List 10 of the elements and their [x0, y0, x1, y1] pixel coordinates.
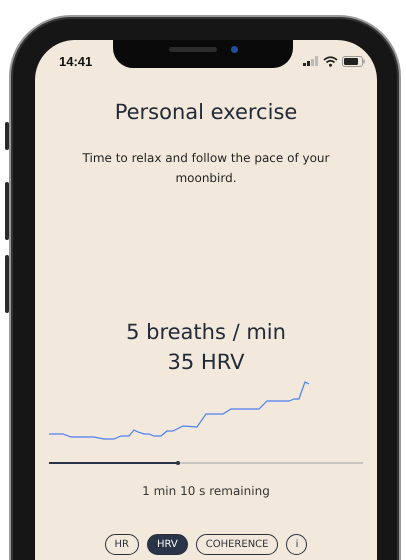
instruction-text: Time to relax and follow the pace of your moonbird.: [82, 150, 330, 187]
hrv-value: 35 HRV: [168, 349, 244, 376]
metric-tab[interactable]: HR: [104, 534, 139, 555]
breathing-rate: 5 breaths / min: [126, 319, 286, 346]
time-remaining: 1 min 10 s remaining: [142, 484, 270, 498]
info-button[interactable]: i: [286, 534, 308, 555]
metric-tab[interactable]: HRV: [146, 534, 188, 555]
metric-tab[interactable]: COHERENCE: [196, 534, 278, 555]
screen-title: Personal exercise: [114, 100, 298, 124]
status-time: 14:41: [59, 54, 92, 68]
